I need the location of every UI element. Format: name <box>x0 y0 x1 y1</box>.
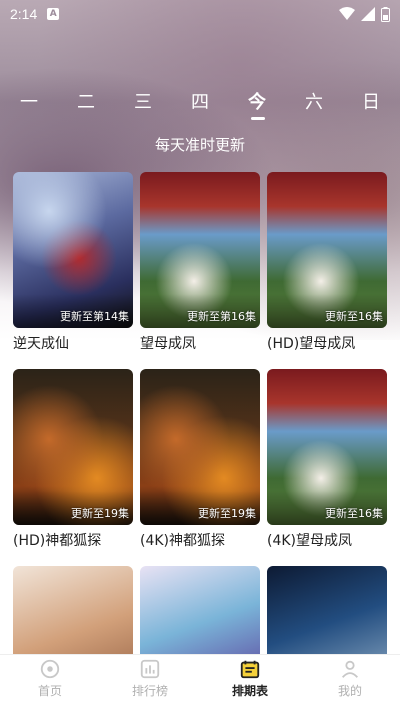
weekday-tab-thu[interactable]: 四 <box>185 88 215 114</box>
weekday-tab-sun[interactable]: 日 <box>356 88 386 114</box>
show-card[interactable]: 更新至19集 (4K)神都狐探 <box>140 369 260 550</box>
wifi-icon <box>339 7 355 20</box>
schedule-subtitle: 每天准时更新 <box>154 136 245 154</box>
show-title: (HD)望母成凤 <box>267 336 356 352</box>
weekday-tab-today-label: 今 <box>248 92 266 113</box>
show-card[interactable]: 更新至19集 (HD)神都狐探 <box>13 369 133 550</box>
episode-badge: 更新至16集 <box>325 507 383 520</box>
show-grid: 更新至第14集 逆天成仙 更新至第16集 望母成凤 更新至16集 (HD)望母成… <box>13 172 387 702</box>
profile-icon <box>341 660 359 678</box>
home-icon <box>40 659 60 679</box>
chart-icon <box>140 659 160 679</box>
tab-ranking-label: 排行榜 <box>131 684 168 698</box>
tab-schedule-label: 排期表 <box>231 684 268 698</box>
show-card[interactable]: 更新至16集 (HD)望母成凤 <box>267 172 387 353</box>
weekday-tab-mon[interactable]: 一 <box>14 88 44 114</box>
show-title: (4K)神都狐探 <box>140 533 226 549</box>
weekday-tab-today[interactable]: 今 <box>242 88 272 120</box>
status-time: 2:14 <box>10 6 38 22</box>
episode-badge: 更新至19集 <box>71 507 129 520</box>
show-title: 逆天成仙 <box>13 336 69 352</box>
show-title: 望母成凤 <box>140 336 196 352</box>
status-icons <box>339 6 390 22</box>
show-card[interactable]: 更新至第14集 逆天成仙 <box>13 172 133 353</box>
weekday-tab-wed[interactable]: 三 <box>128 88 158 114</box>
show-poster: 更新至16集 <box>267 369 387 525</box>
episode-badge: 更新至16集 <box>325 310 383 323</box>
weekday-tab-sat[interactable]: 六 <box>299 88 329 114</box>
signal-icon <box>361 7 375 21</box>
show-poster: 更新至16集 <box>267 172 387 328</box>
episode-badge: 更新至第14集 <box>60 310 129 323</box>
notification-badge: A <box>47 8 60 20</box>
tab-schedule[interactable]: 排期表 <box>200 655 300 702</box>
show-poster: 更新至19集 <box>140 369 260 525</box>
weekday-tab-tue[interactable]: 二 <box>71 88 101 114</box>
show-poster: 更新至19集 <box>13 369 133 525</box>
tab-home-label: 首页 <box>37 684 62 698</box>
calendar-icon <box>240 660 260 679</box>
weekday-selector: 一 二 三 四 今 六 日 <box>0 88 400 120</box>
episode-badge: 更新至第16集 <box>187 310 256 323</box>
show-card[interactable]: 更新至16集 (4K)望母成凤 <box>267 369 387 550</box>
tab-ranking[interactable]: 排行榜 <box>100 655 200 702</box>
show-title: (HD)神都狐探 <box>13 533 102 549</box>
battery-icon <box>381 6 390 22</box>
show-card[interactable]: 更新至第16集 望母成凤 <box>140 172 260 353</box>
show-title: (4K)望母成凤 <box>267 533 353 549</box>
show-poster: 更新至第16集 <box>140 172 260 328</box>
tab-profile[interactable]: 我的 <box>300 655 400 702</box>
episode-badge: 更新至19集 <box>198 507 256 520</box>
tab-profile-label: 我的 <box>337 684 362 698</box>
status-bar: 2:14 A <box>0 0 400 28</box>
show-poster: 更新至第14集 <box>13 172 133 328</box>
bottom-tab-bar: 首页 排行榜 排期表 我的 <box>0 654 400 702</box>
tab-home[interactable]: 首页 <box>0 655 100 702</box>
active-day-indicator <box>251 117 265 120</box>
